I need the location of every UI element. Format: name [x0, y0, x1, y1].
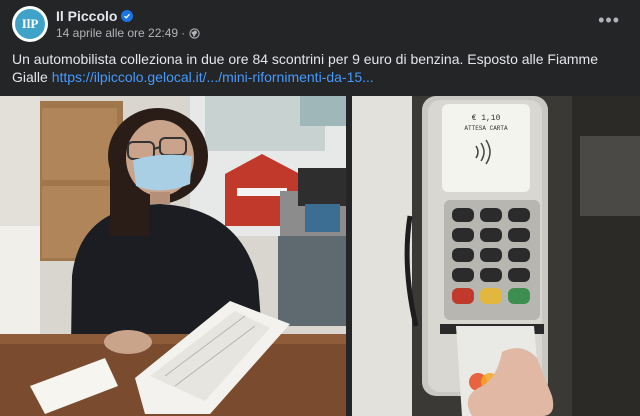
terminal-status: ATTESA CARTA [464, 125, 508, 132]
post-text: Un automobilista colleziona in due ore 8… [12, 50, 628, 86]
photo-card-terminal[interactable]: € 1,10 ATTESA CARTA [352, 96, 640, 416]
post-header: IlP Il Piccolo 14 aprile alle ore 22:49 … [12, 6, 200, 42]
post-meta: Il Piccolo 14 aprile alle ore 22:49 · [56, 8, 200, 40]
more-options-icon[interactable]: ••• [598, 10, 620, 31]
article-link[interactable]: https://ilpiccolo.gelocal.it/.../mini-ri… [52, 69, 374, 85]
terminal-amount: € 1,10 [472, 114, 501, 123]
separator: · [181, 26, 186, 40]
page-avatar[interactable]: IlP [12, 6, 48, 42]
globe-icon[interactable] [189, 27, 200, 39]
photo-woman-receipts[interactable] [0, 96, 346, 416]
facebook-post: IlP Il Piccolo 14 aprile alle ore 22:49 … [0, 0, 640, 416]
avatar-logo: IlP [15, 9, 45, 39]
verified-badge-icon [121, 10, 134, 22]
page-name-row: Il Piccolo [56, 8, 200, 24]
post-timestamp[interactable]: 14 aprile alle ore 22:49 [56, 26, 178, 40]
page-name[interactable]: Il Piccolo [56, 8, 117, 24]
post-time-row: 14 aprile alle ore 22:49 · [56, 26, 200, 40]
